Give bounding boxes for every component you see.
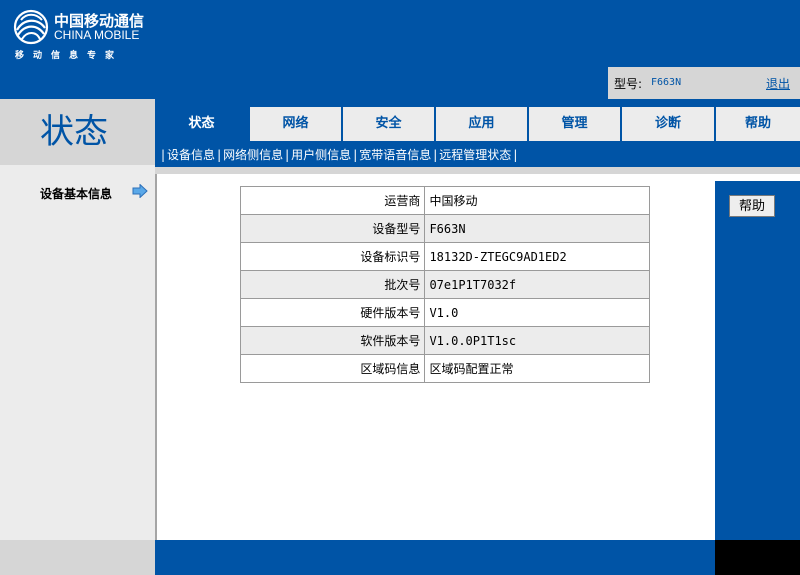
tab-management[interactable]: 管理 (529, 107, 620, 141)
table-row: 设备型号 F663N (239, 214, 650, 243)
table-row: 运营商 中国移动 (239, 186, 650, 215)
subnav-remote-management-status[interactable]: 远程管理状态 (439, 148, 511, 162)
sub-nav-separator: | (285, 148, 290, 162)
info-value: 07e1P1T7032f (424, 270, 650, 299)
logout-link[interactable]: 退出 (766, 75, 790, 92)
table-row: 区域码信息 区域码配置正常 (239, 354, 650, 383)
model-value: F663N (651, 77, 682, 88)
china-mobile-logo: 中国移动通信 CHINA MOBILE 移动信息专家 (12, 6, 162, 62)
table-row: 批次号 07e1P1T7032f (239, 270, 650, 299)
arrow-right-icon (132, 184, 148, 198)
sidebar (0, 165, 155, 555)
tab-application[interactable]: 应用 (436, 107, 527, 141)
info-value: V1.0 (424, 298, 650, 327)
tab-status[interactable]: 状态 (155, 107, 248, 141)
logo-slogan: 移动信息专家 (15, 51, 124, 61)
info-key: 软件版本号 (239, 326, 426, 355)
device-info-table: 运营商 中国移动 设备型号 F663N 设备标识号 18132D-ZTEGC9A… (239, 186, 650, 383)
sidebar-section-device-basic-info[interactable]: 设备基本信息 (40, 185, 112, 202)
tab-security[interactable]: 安全 (343, 107, 434, 141)
page-title: 状态 (40, 112, 108, 152)
right-help-column (715, 181, 800, 540)
info-key: 设备标识号 (239, 242, 426, 271)
info-value: V1.0.0P1T1sc (424, 326, 650, 355)
content-top-divider (155, 167, 800, 174)
footer-corner (715, 540, 800, 575)
left-footer-band (0, 540, 155, 575)
right-column-gap (715, 174, 800, 181)
footer-bar (155, 540, 715, 575)
subnav-user-side-info[interactable]: 用户侧信息 (291, 148, 351, 162)
logo-english-text: CHINA MOBILE (54, 28, 140, 42)
table-row: 硬件版本号 V1.0 (239, 298, 650, 327)
help-button[interactable]: 帮助 (729, 195, 775, 217)
info-key: 硬件版本号 (239, 298, 426, 327)
table-row: 设备标识号 18132D-ZTEGC9AD1ED2 (239, 242, 650, 271)
sub-nav-bar: | 设备信息 | 网络侧信息 | 用户侧信息 | 宽带语音信息 | 远程管理状态 | (155, 141, 800, 167)
tab-network[interactable]: 网络 (250, 107, 341, 141)
page-title-box: 状态 (0, 99, 155, 165)
sub-nav-separator: | (513, 148, 518, 162)
subnav-network-side-info[interactable]: 网络侧信息 (223, 148, 283, 162)
subnav-broadband-voice-info[interactable]: 宽带语音信息 (359, 148, 431, 162)
info-key: 设备型号 (239, 214, 426, 243)
subnav-device-info[interactable]: 设备信息 (167, 148, 215, 162)
left-top-band (0, 67, 155, 99)
sub-nav-separator: | (217, 148, 222, 162)
sub-nav-list: | 设备信息 | 网络侧信息 | 用户侧信息 | 宽带语音信息 | 远程管理状态 | (159, 146, 519, 163)
sub-nav-separator: | (161, 148, 166, 162)
info-key: 运营商 (239, 186, 426, 215)
model-label: 型号: (614, 77, 643, 91)
info-key: 区域码信息 (239, 354, 426, 383)
tab-diagnosis[interactable]: 诊断 (622, 107, 714, 141)
tab-help[interactable]: 帮助 (716, 107, 800, 141)
info-value: 区域码配置正常 (424, 354, 650, 383)
info-value: 18132D-ZTEGC9AD1ED2 (424, 242, 650, 271)
info-value: F663N (424, 214, 650, 243)
info-value: 中国移动 (424, 186, 650, 215)
info-key: 批次号 (239, 270, 426, 299)
table-row: 软件版本号 V1.0.0P1T1sc (239, 326, 650, 355)
china-mobile-emblem-icon (13, 9, 49, 45)
